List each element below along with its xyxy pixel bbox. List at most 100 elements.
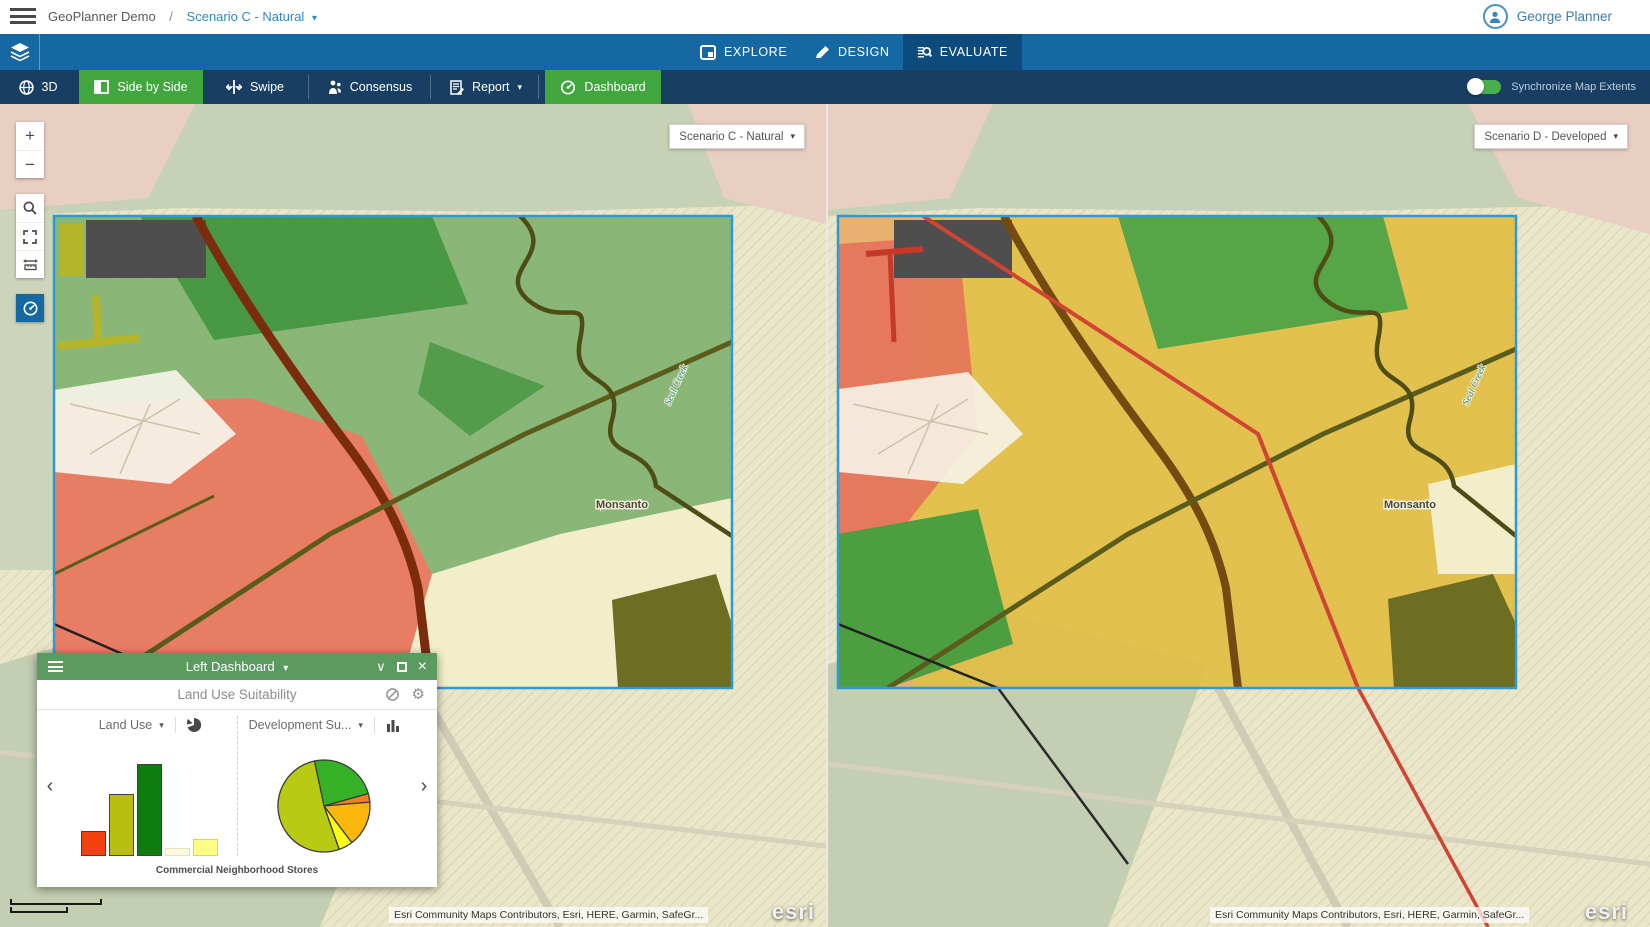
place-label: Monsanto [596, 499, 648, 511]
close-icon[interactable]: × [418, 659, 427, 675]
right-map-pane[interactable]: Monsanto Seal Creek Scenario D - Develop… [828, 104, 1650, 927]
pencil-icon [814, 45, 830, 60]
charts-divider [237, 716, 238, 856]
breadcrumb-caret-icon[interactable]: ▾ [312, 13, 317, 24]
right-map-canvas[interactable]: Monsanto Seal Creek [828, 104, 1650, 927]
toolbar-separator [430, 75, 431, 99]
right-map-attribution: Esri Community Maps Contributors, Esri, … [1210, 907, 1529, 923]
tab-explore[interactable]: EXPLORE [686, 34, 801, 70]
full-extent-button[interactable] [16, 222, 44, 250]
chart-caption: Commercial Neighborhood Stores [37, 862, 437, 887]
report-button[interactable]: Report ▾ [438, 70, 534, 104]
gear-icon[interactable]: ⚙ [412, 687, 425, 702]
dashboard-tool-button[interactable] [16, 294, 44, 322]
measure-button[interactable] [16, 250, 44, 278]
gauge-icon [560, 80, 576, 95]
development-suitability-chart-block: Development Su... ▾ [238, 710, 412, 862]
top-bar: GeoPlanner Demo / Scenario C - Natural ▾… [0, 0, 1650, 34]
bar-segment [81, 831, 106, 856]
charts-next-button[interactable]: › [411, 710, 437, 862]
swipe-icon [226, 80, 242, 94]
right-scenario-selector[interactable]: Scenario D - Developed ▾ [1474, 124, 1628, 149]
pie-chart-icon[interactable] [187, 718, 201, 732]
consensus-label: Consensus [350, 80, 413, 94]
left-dashboard-panel: Left Dashboard ▾ ∨ × Land Use Suitabilit… [37, 653, 437, 887]
left-map-pane[interactable]: Monsanto Seal Creek Scenario C - Natural… [0, 104, 826, 927]
zoom-in-button[interactable]: + [16, 122, 44, 150]
dashboard-menu-icon[interactable] [48, 659, 63, 675]
sync-extents-label: Synchronize Map Extents [1511, 81, 1636, 93]
esri-logo: esri [772, 899, 815, 925]
measure-icon [23, 258, 38, 271]
bar-segment [165, 848, 190, 856]
primary-nav-bar: EXPLORE DESIGN EVALUATE [0, 34, 1650, 70]
breadcrumb-app-name: GeoPlanner Demo [48, 9, 156, 24]
breadcrumb-separator: / [169, 9, 173, 24]
toolbar-separator [308, 75, 309, 99]
globe-icon [19, 80, 34, 95]
dashboard-label: Dashboard [584, 80, 645, 94]
hamburger-menu-icon[interactable] [10, 8, 36, 26]
land-use-chart-block: Land Use ▾ [63, 710, 237, 862]
side-by-side-label: Side by Side [117, 80, 187, 94]
left-dashboard-header[interactable]: Left Dashboard ▾ ∨ × [37, 653, 437, 680]
3d-button-label: 3D [42, 80, 58, 94]
zoom-control: + − [16, 122, 44, 178]
land-use-bar-chart [81, 762, 218, 856]
zoom-out-button[interactable]: − [16, 150, 44, 178]
swipe-button[interactable]: Swipe [207, 70, 303, 104]
place-label: Monsanto [1384, 499, 1436, 511]
search-icon [23, 201, 37, 215]
map-tools [16, 194, 44, 278]
layers-button[interactable] [0, 34, 40, 70]
scale-bar [10, 899, 102, 913]
search-button[interactable] [16, 194, 44, 222]
3d-button[interactable]: 3D [10, 70, 66, 104]
dashboard-button[interactable]: Dashboard [545, 70, 661, 104]
left-map-attribution: Esri Community Maps Contributors, Esri, … [389, 907, 708, 923]
collapse-icon[interactable]: ∨ [376, 660, 386, 673]
explore-icon [700, 45, 716, 60]
tab-design-label: DESIGN [838, 45, 890, 59]
chart-type-selector[interactable]: Land Use [99, 718, 153, 732]
bar-segment [193, 839, 218, 856]
swipe-label: Swipe [250, 80, 284, 94]
selector-caret-icon[interactable]: ▾ [159, 720, 164, 731]
evaluate-icon [917, 44, 932, 60]
bar-segment [137, 764, 162, 856]
toolbar-separator [538, 75, 539, 99]
left-scenario-selector[interactable]: Scenario C - Natural ▾ [669, 124, 805, 149]
consensus-button[interactable]: Consensus [318, 70, 422, 104]
map-workspace: Monsanto Seal Creek Scenario C - Natural… [0, 104, 1650, 927]
tab-explore-label: EXPLORE [724, 45, 787, 59]
charts-prev-button[interactable]: ‹ [37, 710, 63, 862]
widget-title-bar: Land Use Suitability ⚙ [37, 680, 437, 710]
report-label: Report [472, 80, 510, 94]
tab-evaluate[interactable]: EVALUATE [903, 31, 1022, 70]
widget-title: Land Use Suitability [37, 687, 437, 702]
consensus-icon [328, 80, 342, 95]
expand-arrows-icon [23, 230, 37, 244]
left-scenario-value: Scenario C - Natural [679, 131, 783, 143]
sync-extents-toggle[interactable] [1469, 80, 1501, 94]
user-avatar-icon [1483, 4, 1508, 29]
sync-extents-control: Synchronize Map Extents [1469, 70, 1636, 104]
selector-caret-icon[interactable]: ▾ [358, 720, 363, 731]
visibility-icon[interactable] [385, 687, 400, 702]
breadcrumb-scenario-link[interactable]: Scenario C - Natural [187, 9, 305, 24]
tab-design[interactable]: DESIGN [800, 34, 904, 70]
bar-chart-icon[interactable] [386, 719, 400, 732]
right-scenario-value: Scenario D - Developed [1484, 131, 1606, 143]
charts-row: ‹ Land Use ▾ De [37, 710, 437, 862]
side-by-side-button[interactable]: Side by Side [79, 70, 203, 104]
dashboard-title-caret-icon: ▾ [283, 663, 288, 674]
user-name: George Planner [1517, 9, 1612, 24]
maximize-icon[interactable] [397, 662, 407, 672]
selector-caret-icon: ▾ [790, 131, 795, 142]
layers-icon [10, 43, 30, 61]
bar-segment [109, 794, 134, 856]
chart-type-selector[interactable]: Development Su... [249, 718, 352, 732]
side-by-side-icon [94, 80, 109, 94]
selector-caret-icon: ▾ [1613, 131, 1618, 142]
user-menu[interactable]: George Planner [1483, 4, 1612, 29]
